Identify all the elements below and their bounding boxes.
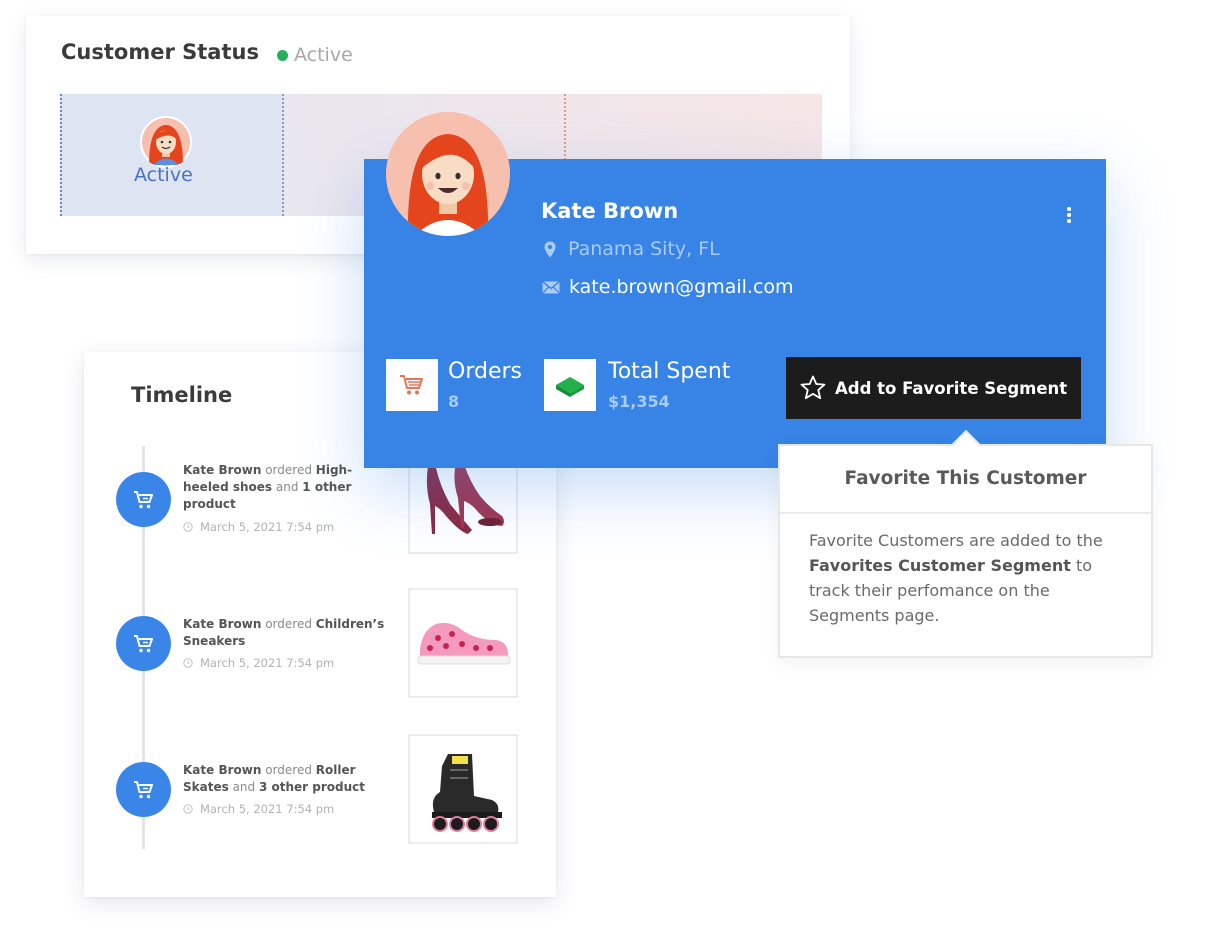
timeline-item-time: March 5, 2021 7:54 pm [183, 656, 334, 670]
timeline-item-text: Kate Brown ordered Roller Skates and 3 o… [183, 763, 366, 794]
total-spent-value: $1,354 [608, 392, 670, 411]
location-pin-icon [544, 241, 556, 257]
orders-value: 8 [448, 392, 460, 411]
status-dot-icon [277, 50, 288, 61]
tooltip-body: Favorite Customers are added to the Favo… [809, 531, 1103, 625]
cart-icon [116, 762, 171, 817]
timeline-item-text: Kate Brown ordered Children’s Sneakers [183, 617, 385, 648]
customer-status-title: Customer Status [61, 40, 259, 64]
total-spent-label: Total Spent [608, 359, 731, 384]
add-to-favorite-segment-button[interactable]: Add to Favorite Segment [786, 357, 1081, 419]
money-icon [544, 359, 596, 411]
customer-email-row: kate.brown@gmail.com [542, 276, 794, 298]
mail-icon [542, 280, 560, 294]
customer-name: Kate Brown [541, 199, 679, 223]
timeline-item-time: March 5, 2021 7:54 pm [183, 520, 334, 534]
orders-cart-icon [386, 359, 438, 411]
product-thumbnail-childrens-sneakers[interactable] [408, 588, 518, 698]
tooltip-title: Favorite This Customer [780, 446, 1151, 514]
more-options-icon[interactable] [1063, 207, 1075, 227]
clock-icon [183, 804, 193, 814]
clock-icon [183, 522, 193, 532]
cart-icon [116, 472, 171, 527]
timeline-item[interactable]: Kate Brown ordered Roller Skates and 3 o… [84, 734, 556, 870]
add-to-favorite-segment-label: Add to Favorite Segment [835, 378, 1068, 398]
product-thumbnail-roller-skates[interactable] [408, 734, 518, 844]
timeline-item[interactable]: Kate Brown ordered Children’s Sneakers M… [84, 588, 556, 724]
customer-location: Panama Sity, FL [568, 238, 720, 260]
cart-icon [116, 616, 171, 671]
timeline-item-text: Kate Brown ordered High-heeled shoes and… [183, 463, 353, 511]
segment-label: Active [134, 164, 193, 186]
timeline-item[interactable]: Kate Brown ordered High-heeled shoes and… [84, 444, 556, 580]
customer-profile-card: Kate Brown Panama Sity, FL kate.brown@gm… [364, 112, 1106, 468]
segment-active[interactable]: Active [60, 94, 284, 216]
customer-email[interactable]: kate.brown@gmail.com [569, 276, 794, 298]
customer-location-row: Panama Sity, FL [544, 238, 720, 260]
orders-label: Orders [448, 359, 522, 384]
avatar [140, 116, 192, 168]
timeline-title: Timeline [131, 383, 233, 407]
profile-avatar [386, 112, 510, 236]
favorite-tooltip: Favorite This Customer Favorite Customer… [778, 429, 1153, 658]
customer-status-value: Active [294, 44, 353, 66]
star-icon [800, 375, 826, 400]
clock-icon [183, 658, 193, 668]
timeline-item-time: March 5, 2021 7:54 pm [183, 802, 334, 816]
